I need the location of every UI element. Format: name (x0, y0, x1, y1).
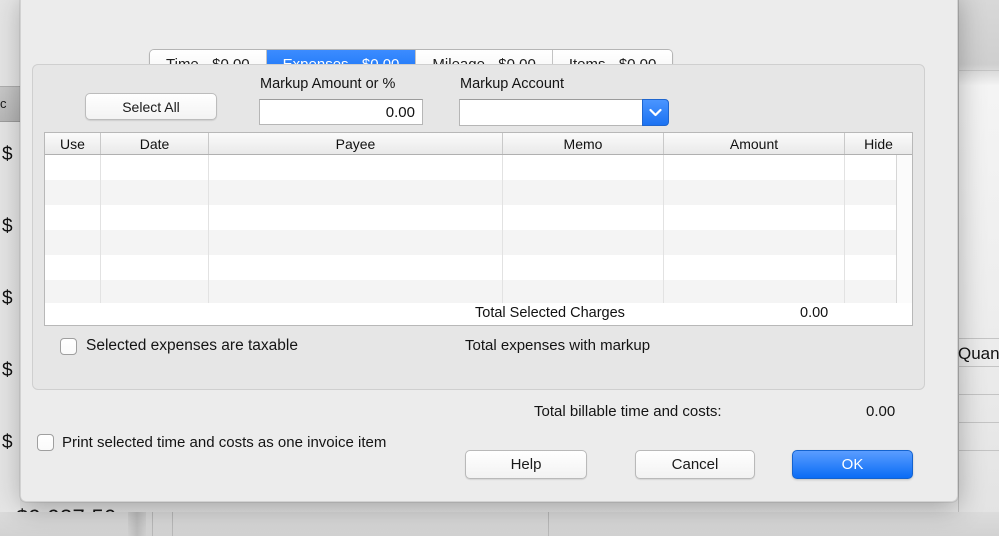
column-header-hide[interactable]: Hide (845, 133, 912, 154)
cell-payee[interactable] (209, 230, 503, 255)
background-rule (958, 366, 999, 367)
cell-payee[interactable] (209, 255, 503, 280)
cell-amount[interactable] (664, 255, 845, 280)
cell-use[interactable] (45, 155, 101, 180)
cell-amount[interactable] (664, 155, 845, 180)
background-rule (958, 70, 999, 71)
cell-payee[interactable] (209, 180, 503, 205)
table-row[interactable] (45, 280, 912, 303)
taxable-checkbox[interactable] (60, 337, 77, 355)
help-button[interactable]: Help (465, 450, 587, 479)
background-currency-mark: $ (2, 432, 13, 453)
cell-memo[interactable] (503, 230, 664, 255)
table-row[interactable] (45, 255, 912, 280)
cell-memo[interactable] (503, 205, 664, 230)
total-expenses-with-markup-label: Total expenses with markup (465, 337, 651, 354)
cell-amount[interactable] (664, 280, 845, 303)
total-selected-charges-value: 0.00 (800, 305, 829, 321)
cancel-button[interactable]: Cancel (635, 450, 755, 479)
background-rule (958, 394, 999, 395)
cell-memo[interactable] (503, 155, 664, 180)
cell-amount[interactable] (664, 180, 845, 205)
column-header-amount[interactable]: Amount (664, 133, 845, 154)
background-column-separator (172, 512, 173, 536)
column-header-memo[interactable]: Memo (503, 133, 664, 154)
cell-date[interactable] (101, 255, 209, 280)
cell-date[interactable] (101, 230, 209, 255)
markup-account-label: Markup Account (460, 76, 564, 92)
cell-payee[interactable] (209, 205, 503, 230)
cell-memo[interactable] (503, 180, 664, 205)
table-row[interactable] (45, 230, 912, 255)
background-column-separator (152, 512, 153, 536)
cell-use[interactable] (45, 255, 101, 280)
background-quantity-column-header: Quant (958, 344, 999, 363)
taxable-label: Selected expenses are taxable (86, 337, 298, 354)
column-header-use[interactable]: Use (45, 133, 101, 154)
table-row[interactable] (45, 205, 912, 230)
cell-use[interactable] (45, 180, 101, 205)
background-left-column (0, 0, 20, 536)
background-currency-mark: $ (2, 144, 13, 165)
expenses-panel: Select All Markup Amount or % Markup Acc… (32, 64, 925, 390)
expenses-table: Use Date Payee Memo Amount Hide (44, 132, 913, 304)
background-right-panel (958, 0, 999, 536)
background-scroll-handle[interactable] (128, 512, 146, 536)
cell-date[interactable] (101, 180, 209, 205)
column-header-payee[interactable]: Payee (209, 133, 503, 154)
cell-use[interactable] (45, 230, 101, 255)
table-header-row: Use Date Payee Memo Amount Hide (45, 133, 912, 155)
cell-date[interactable] (101, 205, 209, 230)
markup-amount-input[interactable] (259, 99, 423, 125)
time-and-costs-dialog: Time - $0.00 Expenses - $0.00 Mileage - … (20, 0, 958, 502)
print-one-item-row[interactable]: Print selected time and costs as one inv… (37, 434, 386, 451)
background-currency-mark: $ (2, 360, 13, 381)
cell-use[interactable] (45, 205, 101, 230)
markup-amount-label: Markup Amount or % (260, 76, 396, 92)
table-vertical-scrollbar[interactable] (896, 155, 912, 303)
chevron-down-icon[interactable] (642, 99, 669, 126)
taxable-option-row[interactable]: Selected expenses are taxable (60, 335, 298, 357)
screen: c $ $ $ $ $ $9,937.50 #0 Quant Time - $0… (0, 0, 999, 536)
cell-date[interactable] (101, 280, 209, 303)
total-selected-charges-row: Total Selected Charges 0.00 (44, 303, 913, 326)
print-one-item-label: Print selected time and costs as one inv… (62, 434, 387, 451)
cell-memo[interactable] (503, 280, 664, 303)
background-rule (958, 338, 999, 339)
column-header-date[interactable]: Date (101, 133, 209, 154)
select-all-button[interactable]: Select All (85, 93, 217, 120)
background-left-column-header: c (0, 86, 20, 122)
total-billable-label: Total billable time and costs: (534, 403, 722, 420)
background-rule (958, 450, 999, 451)
table-row[interactable] (45, 155, 912, 180)
background-column-separator (548, 512, 549, 536)
markup-account-combobox[interactable] (459, 99, 669, 126)
cell-amount[interactable] (664, 230, 845, 255)
total-billable-value: 0.00 (866, 403, 896, 420)
print-one-item-checkbox[interactable] (37, 434, 54, 451)
table-row[interactable] (45, 180, 912, 205)
ok-button[interactable]: OK (792, 450, 913, 479)
background-currency-mark: $ (2, 216, 13, 237)
cell-use[interactable] (45, 280, 101, 303)
background-horizontal-scrollbar[interactable] (0, 512, 999, 536)
cell-payee[interactable] (209, 155, 503, 180)
cell-memo[interactable] (503, 255, 664, 280)
markup-account-value[interactable] (459, 99, 642, 126)
background-currency-mark: $ (2, 288, 13, 309)
table-body (45, 155, 912, 303)
total-selected-charges-label: Total Selected Charges (475, 305, 625, 321)
cell-amount[interactable] (664, 205, 845, 230)
background-rule (958, 422, 999, 423)
cell-date[interactable] (101, 155, 209, 180)
cell-payee[interactable] (209, 280, 503, 303)
